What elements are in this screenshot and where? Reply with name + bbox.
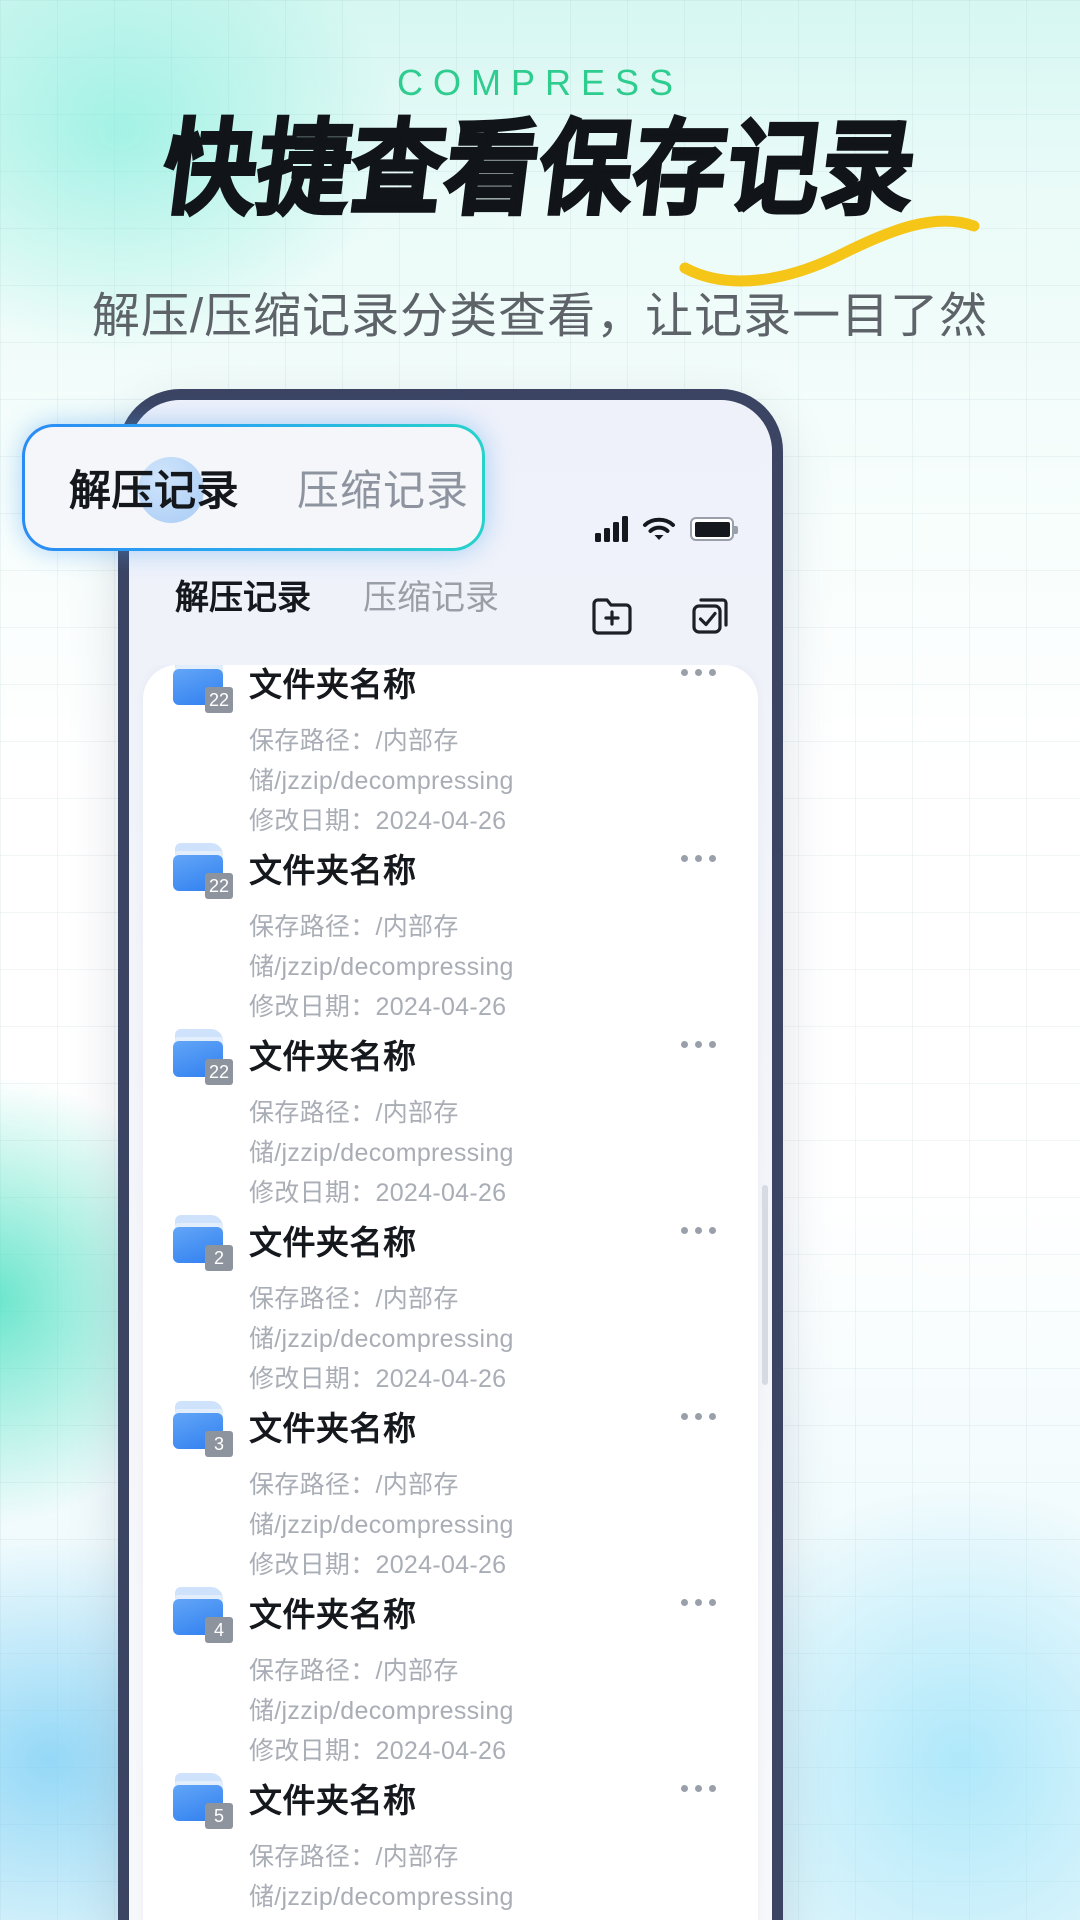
- new-folder-icon[interactable]: [588, 590, 636, 638]
- folder-name-label: 文件夹名称: [249, 1224, 417, 1261]
- battery-full-icon: [690, 517, 738, 541]
- table-row[interactable]: 2 文件夹名称 保存路径：/内部存储/jzzip/decompressing 修改日期…: [143, 1189, 758, 1393]
- table-row[interactable]: 3 文件夹名称 保存路径：/内部存储/jzzip/decompressing 修改日期…: [143, 1375, 758, 1579]
- tab-compress-records[interactable]: 压缩记录: [363, 570, 499, 619]
- callout-tab-compress-records[interactable]: 压缩记录: [297, 457, 469, 518]
- callout-tab-decompress-records[interactable]: 解压记录: [69, 457, 239, 518]
- save-path-label: 保存路径：/内部存储/jzzip/decompressing: [249, 1099, 514, 1167]
- row-header: 22 文件夹名称: [171, 1029, 722, 1085]
- folder-count-badge: 5: [205, 1803, 233, 1829]
- folder-count-badge: 22: [204, 687, 233, 713]
- table-row[interactable]: 22 文件夹名称 保存路径：/内部存储/jzzip/decompressing 修改日…: [143, 1003, 758, 1207]
- promo-header: COMPRESS 快捷查看保存记录 解压/压缩记录分类查看，让记录一目了然: [0, 0, 1080, 346]
- phone-toolbar: [588, 590, 734, 638]
- folder-count-badge: 3: [205, 1431, 233, 1457]
- save-path-label: 保存路径：/内部存储/jzzip/decompressing: [249, 1657, 514, 1725]
- more-options-icon[interactable]: [675, 1779, 722, 1798]
- signal-bars-icon: [595, 516, 628, 542]
- more-options-icon[interactable]: [675, 1407, 722, 1426]
- folder-icon: 5: [171, 1773, 233, 1829]
- row-header: 4 文件夹名称: [171, 1587, 722, 1643]
- row-header: 5 文件夹名称: [171, 1773, 722, 1829]
- folder-name-label: 文件夹名称: [249, 666, 417, 703]
- folder-count-badge: 4: [205, 1617, 233, 1643]
- more-options-icon[interactable]: [675, 1593, 722, 1612]
- folder-count-badge: 22: [204, 1059, 233, 1085]
- folder-icon: 22: [171, 665, 233, 713]
- more-options-icon[interactable]: [675, 665, 722, 682]
- records-list[interactable]: 22 文件夹名称 保存路径：/内部存储/jzzip/decompressing 修改日…: [129, 665, 772, 1920]
- tab-decompress-records[interactable]: 解压记录: [175, 570, 311, 619]
- save-path-label: 保存路径：/内部存储/jzzip/decompressing: [249, 1471, 514, 1539]
- save-path-label: 保存路径：/内部存储/jzzip/decompressing: [249, 727, 514, 795]
- status-bar: [595, 512, 738, 546]
- save-path-label: 保存路径：/内部存储/jzzip/decompressing: [249, 1843, 514, 1911]
- save-path-label: 保存路径：/内部存储/jzzip/decompressing: [249, 1285, 514, 1353]
- more-options-icon[interactable]: [675, 1035, 722, 1054]
- table-row[interactable]: 4 文件夹名称 保存路径：/内部存储/jzzip/decompressing 修改日期…: [143, 1561, 758, 1765]
- row-header: 22 文件夹名称: [171, 665, 722, 713]
- table-row[interactable]: 5文件夹名称保存路径：/内部存储/jzzip/decompressing修改日期…: [143, 1747, 758, 1920]
- multi-select-icon[interactable]: [686, 590, 734, 638]
- phone-mockup: 解压记录 压缩记录 22 文件夹名称 保存路径：/内部存储/jzzip/decomp…: [118, 389, 783, 1920]
- promo-page: COMPRESS 快捷查看保存记录 解压/压缩记录分类查看，让记录一目了然 解压…: [0, 0, 1080, 1920]
- phone-tab-bar: 解压记录 压缩记录: [175, 570, 499, 619]
- more-options-icon[interactable]: [675, 849, 722, 868]
- page-subtitle: 解压/压缩记录分类查看，让记录一目了然: [91, 290, 989, 343]
- folder-icon: 4: [171, 1587, 233, 1643]
- save-path-label: 保存路径：/内部存储/jzzip/decompressing: [249, 913, 514, 981]
- tabs-callout-inner: 解压记录 压缩记录: [25, 427, 482, 548]
- headline-wrap: 快捷查看保存记录: [0, 108, 1080, 287]
- table-row[interactable]: 22 文件夹名称 保存路径：/内部存储/jzzip/decompressing 修改日…: [143, 817, 758, 1021]
- list-scrollbar[interactable]: [762, 1185, 768, 1385]
- folder-name-label: 文件夹名称: [249, 1596, 417, 1633]
- records-list-card: 22 文件夹名称 保存路径：/内部存储/jzzip/decompressing 修改日…: [143, 665, 758, 1920]
- folder-name-label: 文件夹名称: [249, 1410, 417, 1447]
- folder-name-label: 文件夹名称: [249, 1038, 417, 1075]
- page-title: 快捷查看保存记录: [155, 108, 925, 231]
- tabs-callout-highlight: 解压记录 压缩记录: [22, 424, 485, 551]
- folder-name-label: 文件夹名称: [249, 852, 417, 889]
- folder-name-label: 文件夹名称: [249, 1782, 417, 1819]
- eyebrow-text: COMPRESS: [396, 62, 684, 103]
- wifi-icon: [643, 517, 675, 540]
- row-header: 2 文件夹名称: [171, 1215, 722, 1271]
- folder-icon: 3: [171, 1401, 233, 1457]
- folder-count-badge: 2: [205, 1245, 233, 1271]
- more-options-icon[interactable]: [675, 1221, 722, 1240]
- table-row[interactable]: 22 文件夹名称 保存路径：/内部存储/jzzip/decompressing 修改日…: [143, 665, 758, 835]
- row-header: 22 文件夹名称: [171, 843, 722, 899]
- row-header: 3 文件夹名称: [171, 1401, 722, 1457]
- folder-count-badge: 22: [204, 873, 233, 899]
- phone-screen: 解压记录 压缩记录 22 文件夹名称 保存路径：/内部存储/jzzip/decomp…: [129, 400, 772, 1920]
- folder-icon: 2: [171, 1215, 233, 1271]
- folder-icon: 22: [171, 1029, 233, 1085]
- folder-icon: 22: [171, 843, 233, 899]
